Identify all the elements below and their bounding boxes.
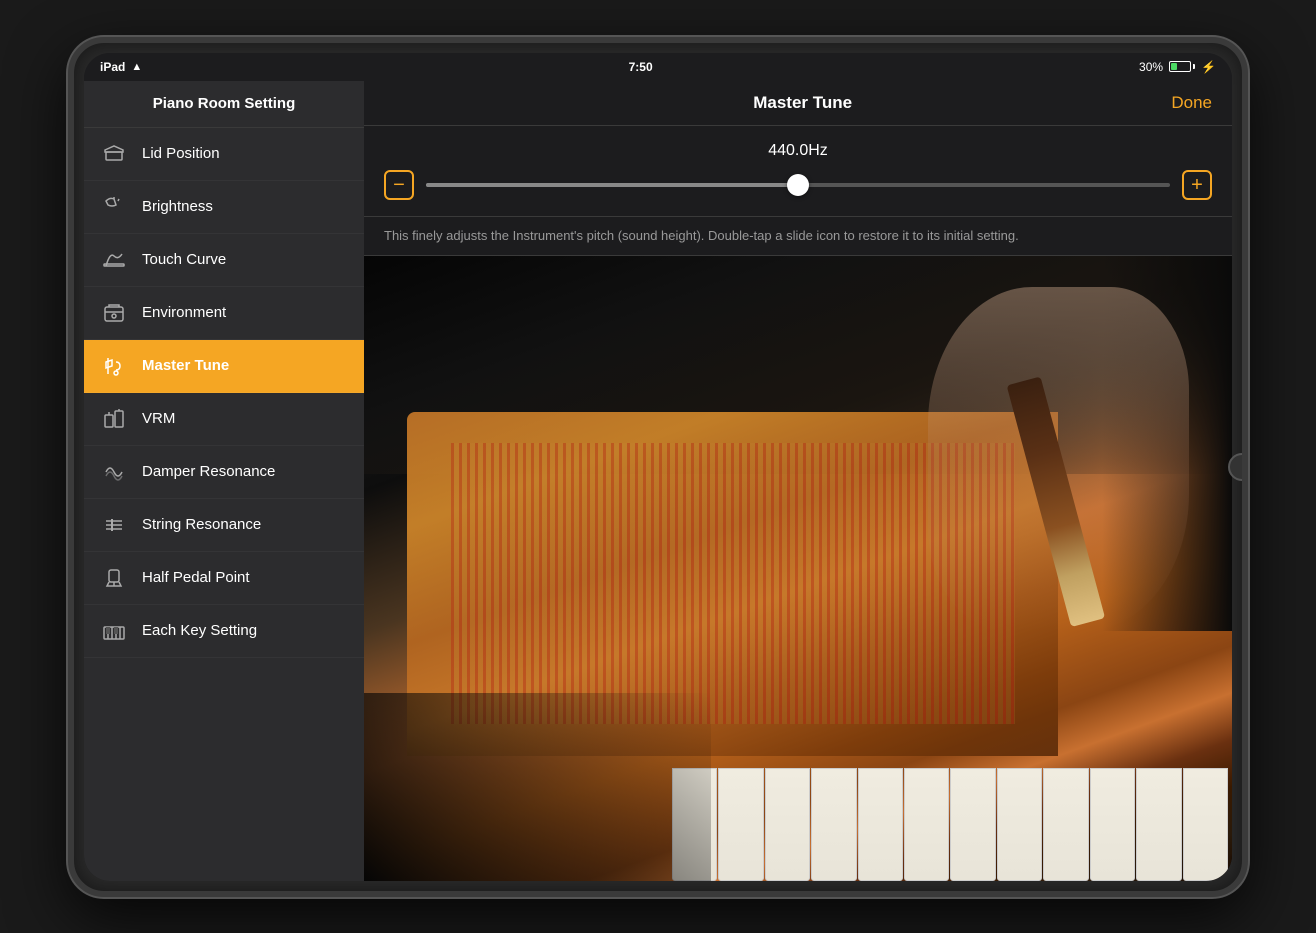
sidebar-item-vrm-label: VRM — [142, 410, 175, 427]
white-key-5 — [858, 768, 903, 880]
white-key-9 — [1043, 768, 1088, 880]
right-panel: Master Tune Done 440.0Hz − + — [364, 81, 1232, 881]
battery-fill — [1171, 63, 1177, 70]
white-key-10 — [1090, 768, 1135, 880]
status-bar: iPad ▲ 7:50 30% ⚡ — [84, 53, 1232, 81]
battery-tip — [1193, 64, 1195, 69]
main-content: Piano Room Setting Lid Position — [84, 81, 1232, 881]
sidebar-item-master-tune-label: Master Tune — [142, 357, 229, 374]
sidebar-title: Piano Room Setting — [153, 95, 296, 112]
charging-icon: ⚡ — [1201, 60, 1216, 74]
environment-icon — [100, 299, 128, 327]
each-key-setting-icon — [100, 617, 128, 645]
sidebar-item-master-tune[interactable]: Master Tune — [84, 340, 364, 393]
battery-indicator — [1169, 61, 1195, 72]
lid-icon — [100, 140, 128, 168]
tune-value-display: 440.0Hz — [384, 142, 1212, 160]
brightness-icon — [100, 193, 128, 221]
tune-description: This finely adjusts the Instrument's pit… — [364, 217, 1232, 256]
status-time: 7:50 — [629, 60, 653, 74]
device-screen: iPad ▲ 7:50 30% ⚡ Piano Room Settin — [84, 53, 1232, 881]
sidebar-item-touch-curve-label: Touch Curve — [142, 251, 226, 268]
piano-visual — [364, 256, 1232, 881]
status-right: 30% ⚡ — [1139, 60, 1216, 74]
white-key-12 — [1183, 768, 1228, 880]
sidebar-item-environment[interactable]: Environment — [84, 287, 364, 340]
right-header: Master Tune Done — [364, 81, 1232, 126]
sidebar-item-damper-resonance[interactable]: Damper Resonance — [84, 446, 364, 499]
white-key-7 — [950, 768, 995, 880]
sidebar-item-half-pedal-point-label: Half Pedal Point — [142, 569, 250, 586]
battery-percent: 30% — [1139, 60, 1163, 74]
sidebar-item-half-pedal-point[interactable]: Half Pedal Point — [84, 552, 364, 605]
sidebar-item-brightness-label: Brightness — [142, 198, 213, 215]
white-key-2 — [718, 768, 763, 880]
ipad-label: iPad — [100, 60, 125, 74]
sidebar-item-string-resonance-label: String Resonance — [142, 516, 261, 533]
sidebar-item-vrm[interactable]: VRM — [84, 393, 364, 446]
slider-track[interactable] — [426, 183, 1170, 187]
white-key-8 — [997, 768, 1042, 880]
sidebar-item-environment-label: Environment — [142, 304, 226, 321]
piano-image-area — [364, 256, 1232, 881]
sidebar-item-lid-position[interactable]: Lid Position — [84, 128, 364, 181]
sidebar-item-lid-position-label: Lid Position — [142, 145, 220, 162]
white-key-3 — [765, 768, 810, 880]
wifi-icon: ▲ — [131, 61, 142, 73]
sidebar-item-touch-curve[interactable]: Touch Curve — [84, 234, 364, 287]
white-key-4 — [811, 768, 856, 880]
vrm-icon — [100, 405, 128, 433]
string-resonance-icon — [100, 511, 128, 539]
sidebar-item-string-resonance[interactable]: String Resonance — [84, 499, 364, 552]
half-pedal-point-icon — [100, 564, 128, 592]
piano-keys — [668, 768, 1232, 880]
slider-row: − + — [384, 170, 1212, 200]
master-tune-icon — [100, 352, 128, 380]
sidebar: Piano Room Setting Lid Position — [84, 81, 364, 881]
touch-curve-icon — [100, 246, 128, 274]
home-button[interactable] — [1228, 453, 1248, 481]
plus-button[interactable]: + — [1182, 170, 1212, 200]
sidebar-item-each-key-setting-label: Each Key Setting — [142, 622, 257, 639]
damper-resonance-icon — [100, 458, 128, 486]
sidebar-item-each-key-setting[interactable]: Each Key Setting — [84, 605, 364, 658]
slider-fill — [426, 183, 798, 187]
white-key-6 — [904, 768, 949, 880]
main-title: Master Tune — [434, 93, 1171, 113]
sidebar-item-damper-resonance-label: Damper Resonance — [142, 463, 275, 480]
bottom-shadow — [364, 693, 711, 880]
white-key-11 — [1136, 768, 1181, 880]
done-button[interactable]: Done — [1171, 93, 1212, 113]
sidebar-item-brightness[interactable]: Brightness — [84, 181, 364, 234]
battery-outline — [1169, 61, 1191, 72]
status-left: iPad ▲ — [100, 60, 142, 74]
sidebar-header: Piano Room Setting — [84, 81, 364, 128]
slider-thumb[interactable] — [787, 174, 809, 196]
piano-overlay — [364, 256, 1232, 881]
tune-control: 440.0Hz − + — [364, 126, 1232, 217]
minus-button[interactable]: − — [384, 170, 414, 200]
ipad-frame: iPad ▲ 7:50 30% ⚡ Piano Room Settin — [68, 37, 1248, 897]
